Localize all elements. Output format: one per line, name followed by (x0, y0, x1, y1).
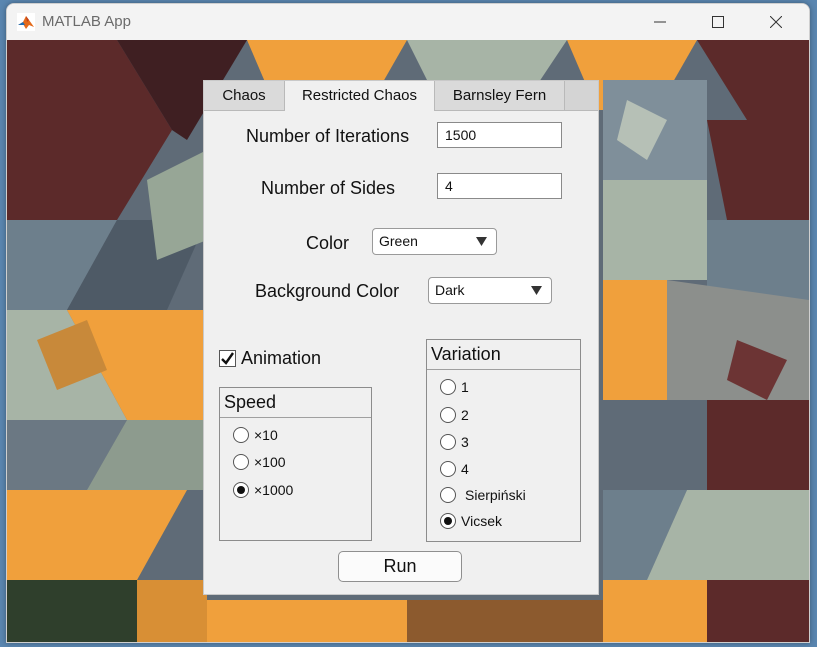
chevron-down-icon (476, 237, 487, 246)
maximize-icon (712, 16, 724, 28)
variation-radio-vicsek[interactable] (440, 513, 456, 529)
background-color-dropdown[interactable]: Dark (428, 277, 552, 304)
variation-radio-3[interactable] (440, 434, 456, 450)
variation-radio-1[interactable] (440, 379, 456, 395)
iterations-label: Number of Iterations (246, 126, 410, 146)
variation-title: Variation (427, 340, 580, 370)
variation-radio-label: 3 (461, 434, 469, 450)
sides-input[interactable]: 4 (437, 173, 562, 199)
tab-chaos[interactable]: Chaos (204, 81, 285, 110)
color-selected: Green (379, 233, 418, 249)
control-panel: Chaos Restricted Chaos Barnsley Fern Num… (203, 80, 599, 595)
speed-radio-label: ×10 (254, 427, 278, 443)
tab-barnsley-fern[interactable]: Barnsley Fern (435, 81, 565, 110)
variation-radio-2[interactable] (440, 407, 456, 423)
variation-radio-label: Vicsek (461, 513, 502, 529)
variation-radio-label: Sierpiński (465, 487, 526, 503)
tab-bar: Chaos Restricted Chaos Barnsley Fern (204, 81, 598, 111)
color-dropdown[interactable]: Green (372, 228, 497, 255)
sides-label: Number of Sides (261, 178, 396, 198)
speed-title: Speed (220, 388, 371, 418)
iterations-input[interactable]: 1500 (437, 122, 562, 148)
variation-radio-label: 2 (461, 407, 469, 423)
window-title: MATLAB App (42, 13, 131, 30)
checkmark-icon (221, 352, 234, 365)
speed-radio-label: ×100 (254, 454, 286, 470)
animation-checkbox[interactable] (219, 350, 236, 367)
maximize-button[interactable] (695, 4, 741, 40)
matlab-logo-icon (17, 13, 35, 31)
minimize-icon (654, 21, 666, 23)
variation-radio-sierpinski[interactable] (440, 487, 456, 503)
close-button[interactable] (753, 4, 799, 40)
speed-radio-1000[interactable] (233, 482, 249, 498)
background-color-selected: Dark (435, 282, 465, 298)
speed-radio-label: ×1000 (254, 482, 294, 498)
tab-restricted-chaos[interactable]: Restricted Chaos (285, 81, 435, 111)
speed-radio-100[interactable] (233, 454, 249, 470)
speed-group: Speed ×10 ×100 ×1000 (219, 387, 372, 541)
close-icon (770, 16, 782, 28)
variation-group: Variation 1 2 3 4 Sierpiński Vicsek (426, 339, 581, 542)
variation-radio-4[interactable] (440, 461, 456, 477)
chevron-down-icon (531, 286, 542, 295)
variation-radio-label: 1 (461, 379, 469, 395)
title-bar[interactable]: MATLAB App (7, 4, 809, 40)
color-label: Color (306, 233, 350, 253)
variation-radio-label: 4 (461, 461, 469, 477)
minimize-button[interactable] (637, 4, 683, 40)
animation-label: Animation (241, 348, 322, 368)
run-button[interactable]: Run (338, 551, 462, 582)
speed-radio-10[interactable] (233, 427, 249, 443)
background-color-label: Background Color (255, 281, 400, 301)
